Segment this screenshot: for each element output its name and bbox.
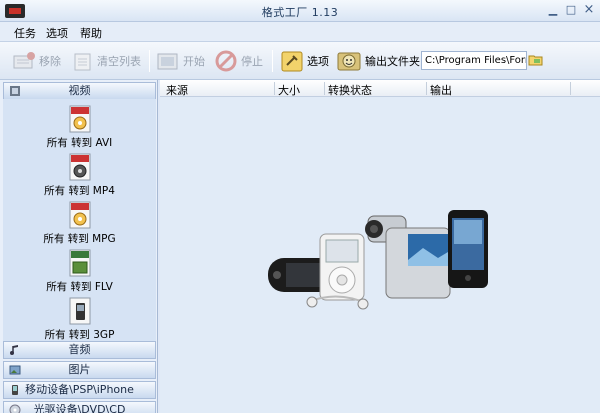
browse-folder-icon[interactable] [528, 52, 544, 68]
mpg-file-icon [69, 201, 91, 229]
convert-avi-label: 所有 转到 AVI [46, 137, 113, 149]
camcorder-icon [365, 215, 451, 299]
flv-file-icon [69, 249, 91, 277]
start-button[interactable]: 开始 [156, 48, 205, 74]
column-size[interactable]: 大小 [278, 82, 300, 98]
close-button[interactable]: × [582, 3, 596, 17]
convert-mpg-item[interactable]: 所有 转到 MPG [3, 199, 156, 247]
window-title: 格式工厂 1.13 [261, 6, 339, 19]
title-bar: 格式工厂 1.13 ▁ □ × [0, 0, 600, 22]
menu-task[interactable]: 任务 [14, 25, 36, 41]
convert-flv-item[interactable]: 所有 转到 FLV [3, 247, 156, 295]
maximize-button[interactable]: □ [564, 3, 578, 17]
mp4-file-icon [69, 153, 91, 181]
output-path-field[interactable]: C:\Program Files\Form [421, 51, 527, 70]
remove-button[interactable]: 移除 [12, 48, 61, 74]
menu-options[interactable]: 选项 [46, 25, 68, 41]
video-category-icon [10, 86, 20, 96]
clear-list-button[interactable]: 清空列表 [72, 48, 141, 74]
task-list-pane[interactable]: 来源 大小 转换状态 输出 [160, 80, 600, 413]
music-note-icon [10, 345, 18, 355]
column-divider[interactable] [324, 82, 325, 95]
remove-icon [13, 52, 35, 69]
category-mobile-label: 移动设备\PSP\iPhone [25, 383, 134, 396]
convert-3gp-item[interactable]: 所有 转到 3GP [3, 295, 156, 343]
category-panel: 视频 所有 转到 AVI 所有 转到 MP4 所有 转到 MPG 所有 转到 F… [0, 80, 158, 413]
avi-file-icon [69, 105, 91, 133]
convert-mp4-label: 所有 转到 MP4 [44, 185, 115, 197]
clear-list-icon [74, 53, 91, 71]
output-folder-label: 输出文件夹 [365, 55, 420, 68]
minimize-button[interactable]: ▁ [546, 3, 560, 17]
category-audio[interactable]: 音频 [3, 341, 156, 359]
3gp-file-icon [69, 297, 91, 325]
stop-label: 停止 [241, 55, 263, 68]
convert-flv-label: 所有 转到 FLV [46, 281, 113, 293]
column-source[interactable]: 来源 [166, 82, 188, 98]
picture-icon [9, 365, 21, 375]
menu-help[interactable]: 帮助 [80, 25, 102, 41]
start-label: 开始 [183, 55, 205, 68]
column-divider[interactable] [426, 82, 427, 95]
category-image[interactable]: 图片 [3, 361, 156, 379]
ipod-icon [319, 233, 365, 301]
column-divider[interactable] [570, 82, 571, 95]
options-label: 选项 [307, 55, 329, 68]
video-conversion-list: 所有 转到 AVI 所有 转到 MP4 所有 转到 MPG 所有 转到 FLV … [3, 99, 156, 349]
disc-icon [9, 404, 21, 413]
start-icon [157, 53, 178, 70]
column-divider[interactable] [274, 82, 275, 95]
category-video-label: 视频 [68, 84, 91, 97]
output-folder-icon [337, 52, 361, 71]
category-disc[interactable]: 光驱设备\DVD\CD [3, 401, 156, 413]
smartphone-icon [448, 210, 488, 288]
category-audio-label: 音频 [68, 343, 91, 356]
menu-bar: 任务 选项 帮助 [0, 22, 600, 42]
task-table-header: 来源 大小 转换状态 输出 [160, 80, 600, 97]
clear-list-label: 清空列表 [97, 55, 141, 68]
column-status[interactable]: 转换状态 [328, 82, 372, 98]
convert-mp4-item[interactable]: 所有 转到 MP4 [3, 151, 156, 199]
options-button[interactable]: 选项 [280, 48, 329, 74]
devices-illustration [268, 210, 488, 310]
stop-icon [215, 50, 237, 72]
toolbar-separator [149, 50, 150, 72]
category-mobile[interactable]: 移动设备\PSP\iPhone [3, 381, 156, 399]
convert-mpg-label: 所有 转到 MPG [43, 233, 116, 245]
stop-button[interactable]: 停止 [214, 48, 263, 74]
category-disc-label: 光驱设备\DVD\CD [33, 403, 126, 413]
category-video[interactable]: 视频 [3, 82, 156, 100]
output-folder-button[interactable]: 输出文件夹 [336, 48, 420, 74]
toolbar-separator [272, 50, 273, 72]
convert-3gp-label: 所有 转到 3GP [44, 329, 115, 341]
category-image-label: 图片 [68, 363, 91, 376]
options-icon [281, 51, 303, 72]
column-output[interactable]: 输出 [430, 82, 452, 98]
toolbar: 移除 清空列表 开始 停止 选项 输出文件夹 C:\Program Files\… [0, 42, 600, 80]
convert-avi-item[interactable]: 所有 转到 AVI [3, 103, 156, 151]
mobile-device-icon [12, 385, 18, 395]
remove-label: 移除 [39, 55, 61, 68]
